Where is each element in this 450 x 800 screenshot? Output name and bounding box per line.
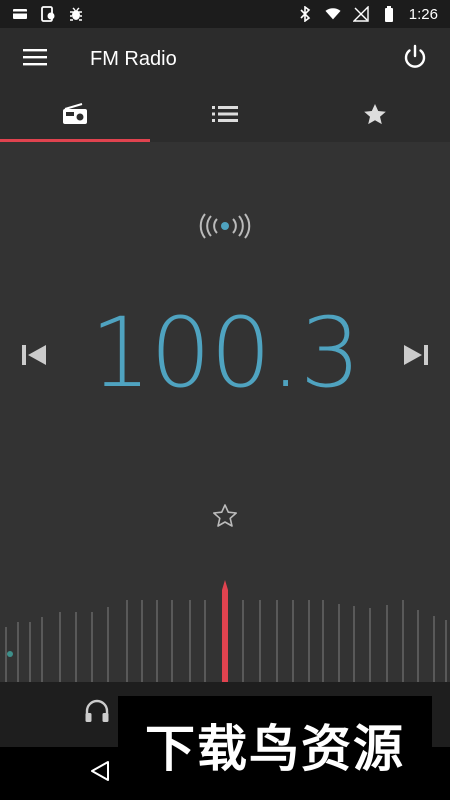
skip-previous-icon <box>20 343 48 372</box>
star-outline-icon <box>212 503 238 532</box>
tab-stations-list[interactable] <box>150 90 300 142</box>
hamburger-menu-icon <box>23 48 47 71</box>
headphones-icon <box>84 699 110 728</box>
card-icon <box>12 7 28 21</box>
frequency-display: 100.3 <box>90 297 361 409</box>
skip-next-icon <box>402 343 430 372</box>
app-bar: FM Radio <box>0 28 450 90</box>
battery-icon <box>381 6 397 22</box>
tuner-panel: 100.3 <box>0 142 450 682</box>
back-button[interactable] <box>86 759 114 787</box>
broadcast-signal-icon <box>195 212 255 240</box>
app-title: FM Radio <box>90 47 177 70</box>
wifi-icon <box>325 7 341 21</box>
bug-icon <box>68 7 84 21</box>
status-bar: 1:26 <box>0 0 450 28</box>
watermark-text: 下载鸟资源 <box>145 720 405 778</box>
back-triangle-icon <box>89 760 111 787</box>
tab-favorites[interactable] <box>300 90 450 142</box>
watermark: 下载鸟资源 <box>118 696 432 794</box>
dial-start-marker <box>7 651 13 657</box>
tuning-needle <box>222 580 228 682</box>
star-icon <box>363 103 387 130</box>
next-station-button[interactable] <box>396 337 436 377</box>
list-icon <box>212 105 238 128</box>
bluetooth-icon <box>297 6 313 22</box>
previous-station-button[interactable] <box>14 337 54 377</box>
power-icon <box>402 44 428 75</box>
no-signal-icon <box>352 6 369 22</box>
phone-sync-icon <box>40 6 56 22</box>
radio-icon <box>62 102 88 130</box>
status-time: 1:26 <box>408 5 438 23</box>
tab-radio[interactable] <box>0 90 150 142</box>
tab-bar <box>0 90 450 142</box>
menu-button[interactable] <box>0 28 70 90</box>
add-favorite-button[interactable] <box>208 500 242 534</box>
headphones-button[interactable] <box>80 696 114 730</box>
tuning-dial[interactable] <box>0 572 450 682</box>
power-button[interactable] <box>380 28 450 90</box>
